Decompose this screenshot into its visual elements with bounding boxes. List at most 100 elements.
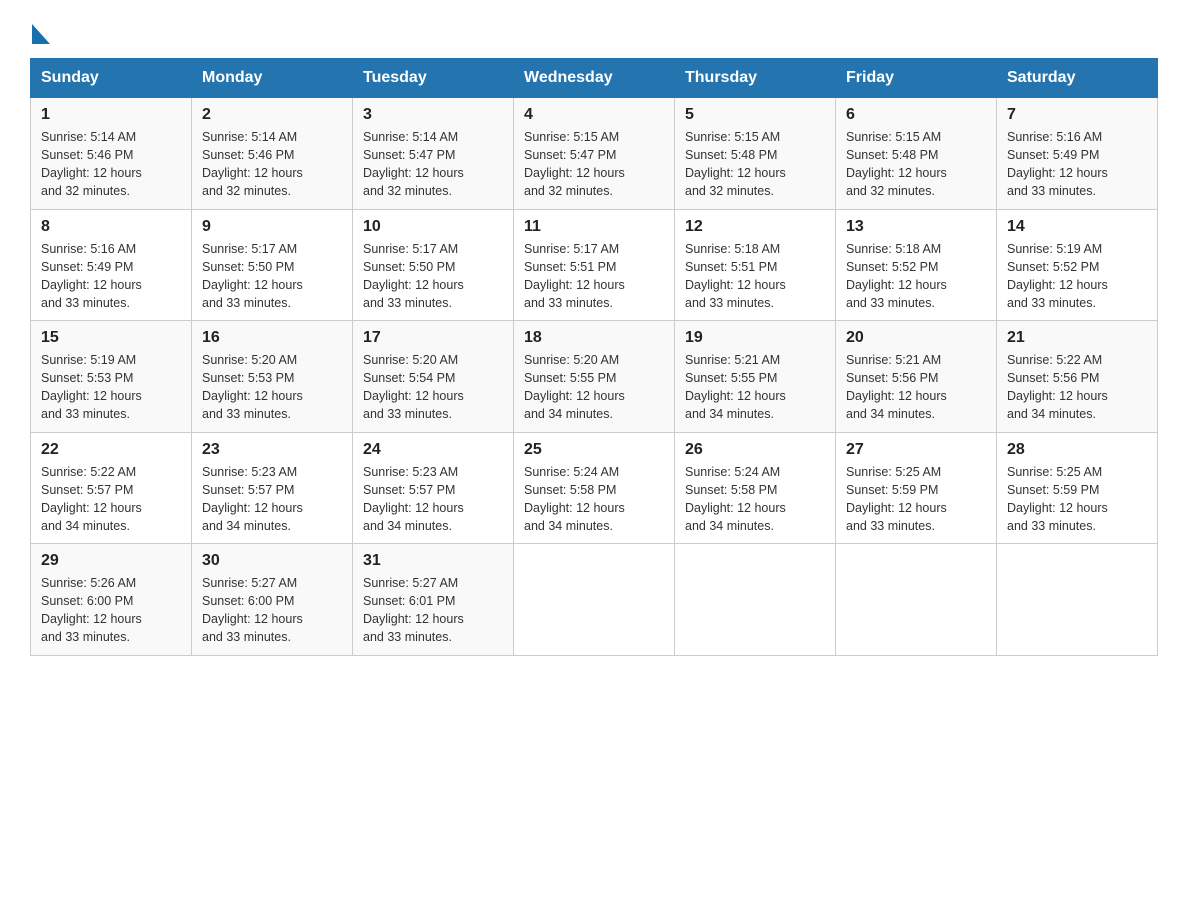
day-number: 19	[685, 329, 825, 347]
calendar-day-cell: 24 Sunrise: 5:23 AM Sunset: 5:57 PM Dayl…	[353, 432, 514, 544]
day-info: Sunrise: 5:20 AM Sunset: 5:54 PM Dayligh…	[363, 351, 503, 424]
day-number: 22	[41, 441, 181, 459]
day-number: 4	[524, 106, 664, 124]
day-info: Sunrise: 5:27 AM Sunset: 6:00 PM Dayligh…	[202, 574, 342, 647]
day-number: 15	[41, 329, 181, 347]
calendar-week-row: 1 Sunrise: 5:14 AM Sunset: 5:46 PM Dayli…	[31, 98, 1158, 210]
day-info: Sunrise: 5:17 AM Sunset: 5:50 PM Dayligh…	[363, 240, 503, 313]
day-number: 31	[363, 552, 503, 570]
calendar-day-cell: 26 Sunrise: 5:24 AM Sunset: 5:58 PM Dayl…	[675, 432, 836, 544]
calendar-day-cell: 28 Sunrise: 5:25 AM Sunset: 5:59 PM Dayl…	[997, 432, 1158, 544]
day-info: Sunrise: 5:16 AM Sunset: 5:49 PM Dayligh…	[41, 240, 181, 313]
day-info: Sunrise: 5:20 AM Sunset: 5:55 PM Dayligh…	[524, 351, 664, 424]
calendar-day-cell: 1 Sunrise: 5:14 AM Sunset: 5:46 PM Dayli…	[31, 98, 192, 210]
calendar-day-cell: 25 Sunrise: 5:24 AM Sunset: 5:58 PM Dayl…	[514, 432, 675, 544]
day-number: 14	[1007, 218, 1147, 236]
col-header-wednesday: Wednesday	[514, 59, 675, 98]
calendar-day-cell: 4 Sunrise: 5:15 AM Sunset: 5:47 PM Dayli…	[514, 98, 675, 210]
col-header-thursday: Thursday	[675, 59, 836, 98]
calendar-day-cell: 16 Sunrise: 5:20 AM Sunset: 5:53 PM Dayl…	[192, 321, 353, 433]
day-info: Sunrise: 5:14 AM Sunset: 5:47 PM Dayligh…	[363, 128, 503, 201]
calendar-day-cell: 12 Sunrise: 5:18 AM Sunset: 5:51 PM Dayl…	[675, 209, 836, 321]
day-info: Sunrise: 5:14 AM Sunset: 5:46 PM Dayligh…	[202, 128, 342, 201]
calendar-day-cell: 21 Sunrise: 5:22 AM Sunset: 5:56 PM Dayl…	[997, 321, 1158, 433]
empty-cell	[836, 544, 997, 656]
col-header-tuesday: Tuesday	[353, 59, 514, 98]
calendar-day-cell: 6 Sunrise: 5:15 AM Sunset: 5:48 PM Dayli…	[836, 98, 997, 210]
col-header-friday: Friday	[836, 59, 997, 98]
page-header	[30, 20, 1158, 38]
calendar-day-cell: 19 Sunrise: 5:21 AM Sunset: 5:55 PM Dayl…	[675, 321, 836, 433]
calendar-day-cell: 14 Sunrise: 5:19 AM Sunset: 5:52 PM Dayl…	[997, 209, 1158, 321]
calendar-week-row: 8 Sunrise: 5:16 AM Sunset: 5:49 PM Dayli…	[31, 209, 1158, 321]
day-info: Sunrise: 5:25 AM Sunset: 5:59 PM Dayligh…	[1007, 463, 1147, 536]
calendar-table: SundayMondayTuesdayWednesdayThursdayFrid…	[30, 58, 1158, 656]
day-number: 30	[202, 552, 342, 570]
day-info: Sunrise: 5:24 AM Sunset: 5:58 PM Dayligh…	[685, 463, 825, 536]
calendar-day-cell: 15 Sunrise: 5:19 AM Sunset: 5:53 PM Dayl…	[31, 321, 192, 433]
day-number: 1	[41, 106, 181, 124]
day-number: 28	[1007, 441, 1147, 459]
day-info: Sunrise: 5:23 AM Sunset: 5:57 PM Dayligh…	[202, 463, 342, 536]
empty-cell	[514, 544, 675, 656]
day-info: Sunrise: 5:18 AM Sunset: 5:52 PM Dayligh…	[846, 240, 986, 313]
day-info: Sunrise: 5:25 AM Sunset: 5:59 PM Dayligh…	[846, 463, 986, 536]
calendar-day-cell: 22 Sunrise: 5:22 AM Sunset: 5:57 PM Dayl…	[31, 432, 192, 544]
day-number: 12	[685, 218, 825, 236]
day-info: Sunrise: 5:27 AM Sunset: 6:01 PM Dayligh…	[363, 574, 503, 647]
calendar-header-row: SundayMondayTuesdayWednesdayThursdayFrid…	[31, 59, 1158, 98]
day-number: 27	[846, 441, 986, 459]
day-info: Sunrise: 5:17 AM Sunset: 5:51 PM Dayligh…	[524, 240, 664, 313]
day-number: 25	[524, 441, 664, 459]
day-number: 6	[846, 106, 986, 124]
day-info: Sunrise: 5:17 AM Sunset: 5:50 PM Dayligh…	[202, 240, 342, 313]
day-number: 2	[202, 106, 342, 124]
calendar-day-cell: 5 Sunrise: 5:15 AM Sunset: 5:48 PM Dayli…	[675, 98, 836, 210]
day-number: 10	[363, 218, 503, 236]
calendar-day-cell: 18 Sunrise: 5:20 AM Sunset: 5:55 PM Dayl…	[514, 321, 675, 433]
day-number: 29	[41, 552, 181, 570]
empty-cell	[675, 544, 836, 656]
day-info: Sunrise: 5:15 AM Sunset: 5:47 PM Dayligh…	[524, 128, 664, 201]
day-number: 26	[685, 441, 825, 459]
calendar-week-row: 29 Sunrise: 5:26 AM Sunset: 6:00 PM Dayl…	[31, 544, 1158, 656]
empty-cell	[997, 544, 1158, 656]
day-info: Sunrise: 5:23 AM Sunset: 5:57 PM Dayligh…	[363, 463, 503, 536]
calendar-day-cell: 3 Sunrise: 5:14 AM Sunset: 5:47 PM Dayli…	[353, 98, 514, 210]
calendar-day-cell: 7 Sunrise: 5:16 AM Sunset: 5:49 PM Dayli…	[997, 98, 1158, 210]
calendar-day-cell: 23 Sunrise: 5:23 AM Sunset: 5:57 PM Dayl…	[192, 432, 353, 544]
calendar-day-cell: 8 Sunrise: 5:16 AM Sunset: 5:49 PM Dayli…	[31, 209, 192, 321]
day-info: Sunrise: 5:15 AM Sunset: 5:48 PM Dayligh…	[685, 128, 825, 201]
logo	[30, 20, 50, 38]
calendar-day-cell: 30 Sunrise: 5:27 AM Sunset: 6:00 PM Dayl…	[192, 544, 353, 656]
day-number: 18	[524, 329, 664, 347]
calendar-week-row: 22 Sunrise: 5:22 AM Sunset: 5:57 PM Dayl…	[31, 432, 1158, 544]
day-number: 8	[41, 218, 181, 236]
day-info: Sunrise: 5:22 AM Sunset: 5:56 PM Dayligh…	[1007, 351, 1147, 424]
day-number: 23	[202, 441, 342, 459]
day-info: Sunrise: 5:19 AM Sunset: 5:53 PM Dayligh…	[41, 351, 181, 424]
day-number: 21	[1007, 329, 1147, 347]
calendar-day-cell: 10 Sunrise: 5:17 AM Sunset: 5:50 PM Dayl…	[353, 209, 514, 321]
day-info: Sunrise: 5:20 AM Sunset: 5:53 PM Dayligh…	[202, 351, 342, 424]
calendar-day-cell: 27 Sunrise: 5:25 AM Sunset: 5:59 PM Dayl…	[836, 432, 997, 544]
day-info: Sunrise: 5:21 AM Sunset: 5:56 PM Dayligh…	[846, 351, 986, 424]
day-info: Sunrise: 5:19 AM Sunset: 5:52 PM Dayligh…	[1007, 240, 1147, 313]
day-number: 3	[363, 106, 503, 124]
calendar-day-cell: 29 Sunrise: 5:26 AM Sunset: 6:00 PM Dayl…	[31, 544, 192, 656]
day-number: 7	[1007, 106, 1147, 124]
day-number: 24	[363, 441, 503, 459]
day-info: Sunrise: 5:16 AM Sunset: 5:49 PM Dayligh…	[1007, 128, 1147, 201]
day-info: Sunrise: 5:24 AM Sunset: 5:58 PM Dayligh…	[524, 463, 664, 536]
day-number: 9	[202, 218, 342, 236]
day-info: Sunrise: 5:18 AM Sunset: 5:51 PM Dayligh…	[685, 240, 825, 313]
day-number: 20	[846, 329, 986, 347]
day-number: 11	[524, 218, 664, 236]
col-header-sunday: Sunday	[31, 59, 192, 98]
calendar-week-row: 15 Sunrise: 5:19 AM Sunset: 5:53 PM Dayl…	[31, 321, 1158, 433]
calendar-day-cell: 9 Sunrise: 5:17 AM Sunset: 5:50 PM Dayli…	[192, 209, 353, 321]
day-info: Sunrise: 5:26 AM Sunset: 6:00 PM Dayligh…	[41, 574, 181, 647]
day-info: Sunrise: 5:21 AM Sunset: 5:55 PM Dayligh…	[685, 351, 825, 424]
calendar-day-cell: 17 Sunrise: 5:20 AM Sunset: 5:54 PM Dayl…	[353, 321, 514, 433]
day-number: 13	[846, 218, 986, 236]
